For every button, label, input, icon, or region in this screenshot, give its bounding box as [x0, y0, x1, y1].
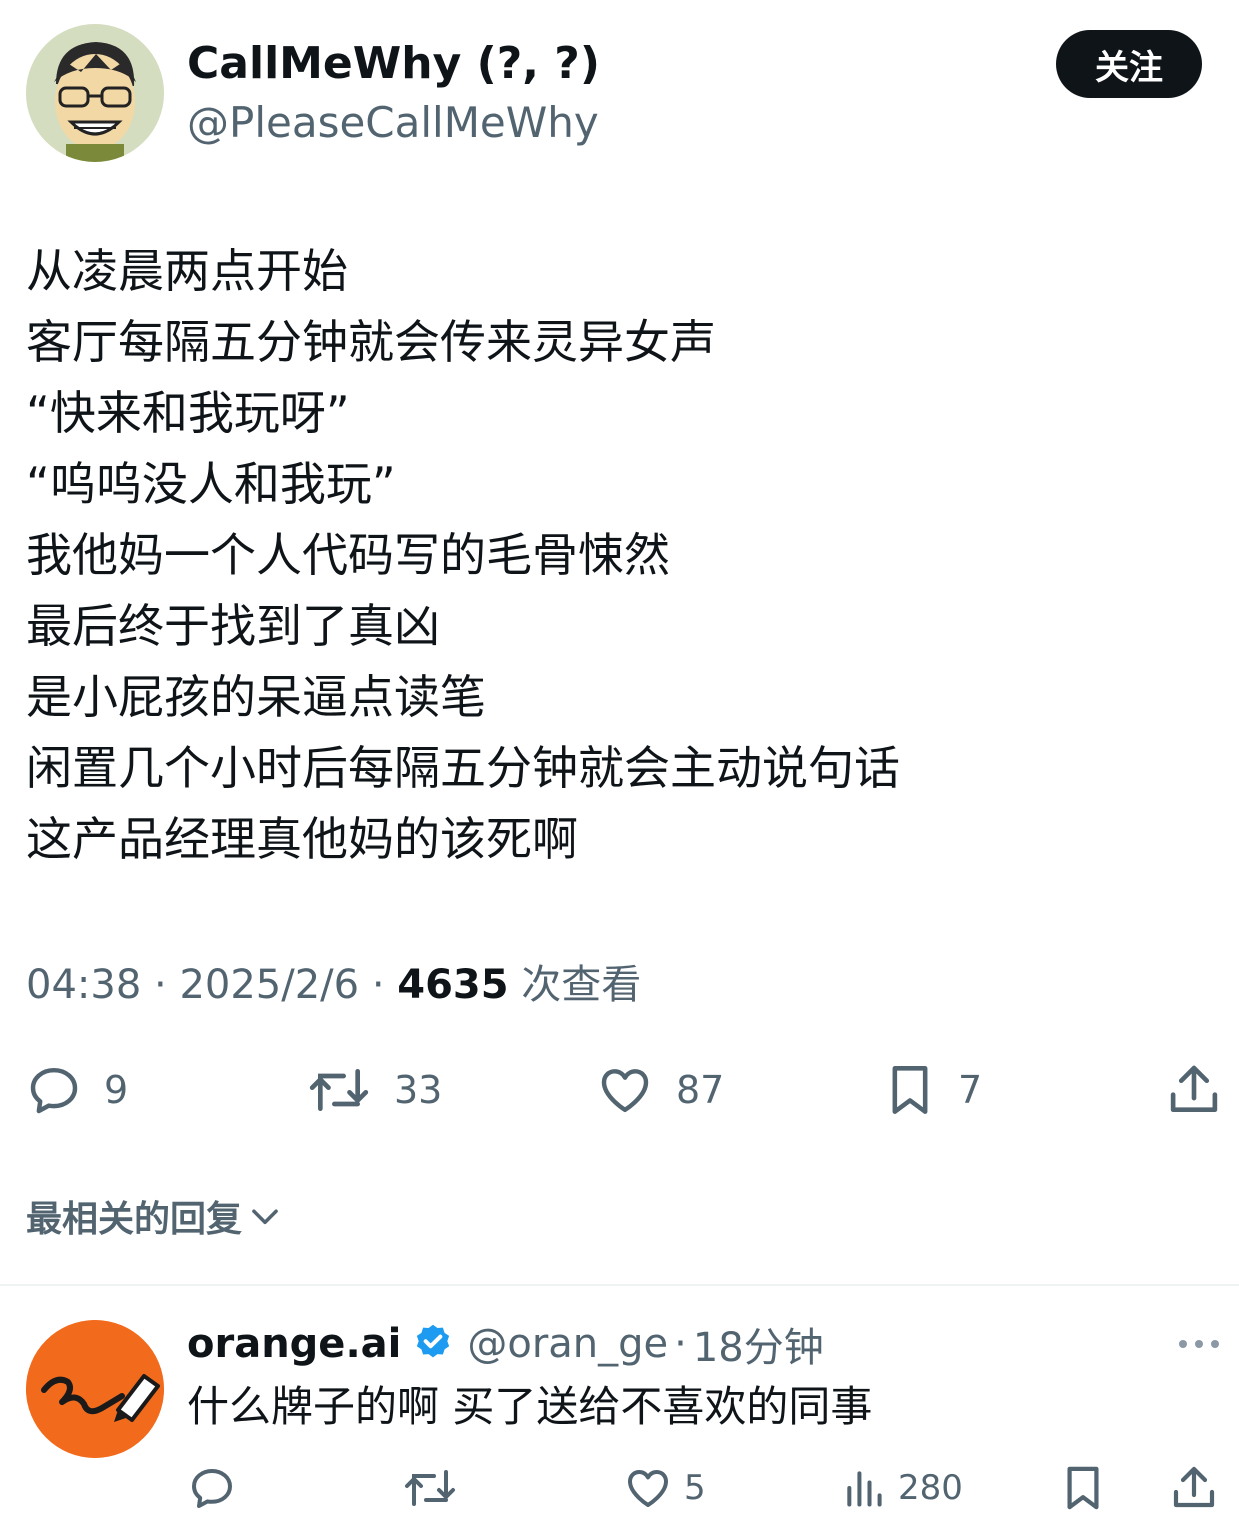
- more-button[interactable]: [1176, 1334, 1222, 1354]
- tweet-line: 客厅每隔五分钟就会传来灵异女声: [26, 315, 716, 369]
- tweet-line: 闲置几个小时后每隔五分钟就会主动说句话: [26, 741, 900, 795]
- reply-icon: [192, 1469, 232, 1508]
- author-avatar[interactable]: [26, 24, 164, 162]
- tweet-line: 是小屁孩的呆逼点读笔: [26, 670, 486, 724]
- tweet-line: 我他妈一个人代码写的毛骨悚然: [26, 528, 670, 582]
- retweet-count: 33: [394, 1068, 443, 1112]
- share-icon: [1170, 1065, 1218, 1113]
- retweet-icon: [309, 1069, 369, 1111]
- reply-bookmark-action[interactable]: [1060, 1462, 1106, 1514]
- bookmark-icon: [1067, 1466, 1099, 1510]
- views-icon: [847, 1471, 882, 1507]
- bookmark-count: 7: [958, 1068, 983, 1112]
- reply-icon: [30, 1067, 78, 1114]
- reply-share-button[interactable]: [1170, 1462, 1218, 1514]
- replies-sort-dropdown[interactable]: 最相关的回复: [26, 1190, 284, 1242]
- views-label: 次查看: [521, 962, 642, 1008]
- reply-author-handle[interactable]: @oran_ge: [467, 1321, 668, 1367]
- reply-action[interactable]: 9: [26, 1062, 128, 1118]
- share-icon: [1173, 1466, 1215, 1508]
- tweet-text: 从凌晨两点开始 客厅每隔五分钟就会传来灵异女声 “快来和我玩呀” “呜呜没人和我…: [26, 236, 900, 875]
- heart-icon: [601, 1069, 649, 1113]
- bookmark-action[interactable]: 7: [884, 1062, 982, 1118]
- like-action[interactable]: 87: [596, 1062, 724, 1118]
- author-handle[interactable]: @PleaseCallMeWhy: [187, 98, 599, 148]
- follow-button[interactable]: 关注: [1056, 30, 1202, 98]
- reply-views-count: 280: [898, 1468, 963, 1508]
- heart-icon: [628, 1470, 668, 1507]
- tweet-line: 最后终于找到了真凶: [26, 599, 440, 653]
- retweet-icon: [405, 1470, 455, 1506]
- author-name[interactable]: CallMeWhy (?, ?): [187, 38, 600, 90]
- reply-retweet-action[interactable]: [402, 1464, 458, 1512]
- reply-count: 9: [104, 1068, 129, 1112]
- meta-separator: ·: [674, 1321, 687, 1367]
- tweet-line: “快来和我玩呀”: [26, 386, 350, 440]
- divider: [0, 1284, 1239, 1286]
- meta-separator: ·: [154, 962, 167, 1008]
- reply-reply-action[interactable]: [188, 1464, 236, 1512]
- tweet-line: 这产品经理真他妈的该死啊: [26, 812, 578, 866]
- tweet-meta: 04:38 · 2025/2/6 · 4635 次查看: [26, 960, 641, 1010]
- cartoon-face-avatar-image: [26, 24, 164, 162]
- like-count: 87: [676, 1068, 725, 1112]
- retweet-action[interactable]: 33: [306, 1062, 442, 1118]
- reply-like-count: 5: [684, 1468, 706, 1508]
- more-icon: [1179, 1340, 1219, 1348]
- replies-sort-label: 最相关的回复: [26, 1199, 243, 1240]
- tweet-line: “呜呜没人和我玩”: [26, 457, 396, 511]
- reply-time[interactable]: 18分钟: [693, 1315, 824, 1373]
- reply-views-action[interactable]: 280: [842, 1464, 963, 1512]
- tweet-date[interactable]: 2025/2/6: [179, 962, 359, 1008]
- reply-like-action[interactable]: 5: [624, 1464, 706, 1512]
- bookmark-icon: [892, 1066, 928, 1114]
- views-count: 4635: [397, 962, 509, 1008]
- share-button[interactable]: [1166, 1060, 1222, 1120]
- reply-avatar[interactable]: [26, 1320, 164, 1458]
- verified-badge-icon: [417, 1324, 450, 1358]
- pen-scribble-avatar-image: [26, 1320, 164, 1458]
- tweet-time[interactable]: 04:38: [26, 962, 141, 1008]
- reply-text: 什么牌子的啊 买了送给不喜欢的同事: [187, 1382, 873, 1431]
- tweet-line: 从凌晨两点开始: [26, 244, 348, 298]
- reply-header: orange.ai @oran_ge · 18分钟: [187, 1315, 824, 1373]
- reply-author-name[interactable]: orange.ai: [187, 1321, 401, 1367]
- chevron-down-icon: [252, 1209, 278, 1225]
- meta-separator: ·: [371, 962, 385, 1008]
